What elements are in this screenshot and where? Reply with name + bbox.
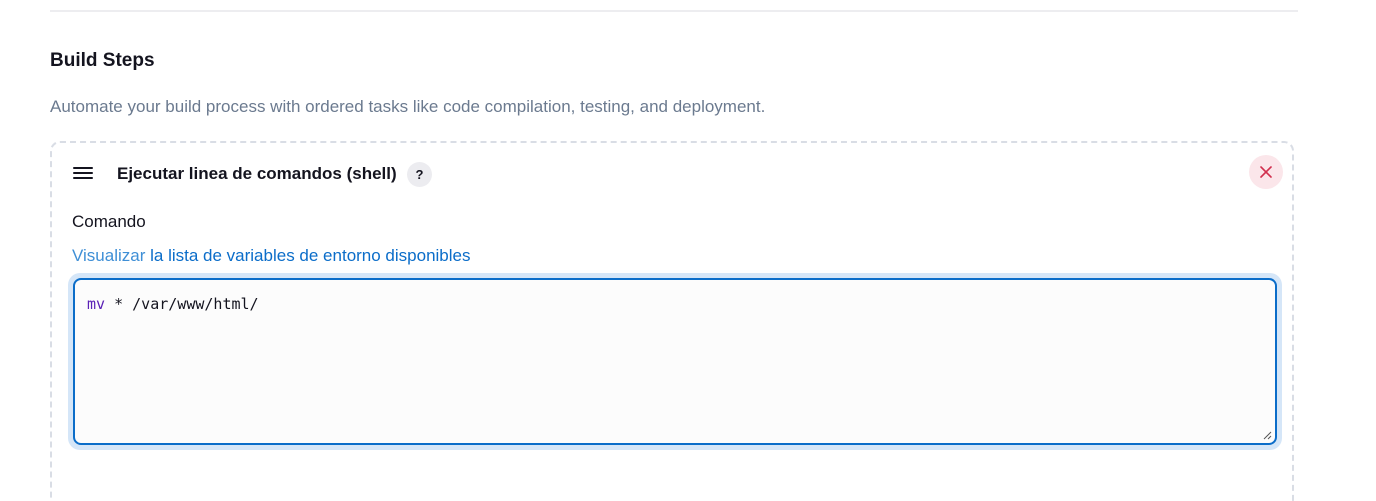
- env-variables-link[interactable]: la lista de variables de entorno disponi…: [150, 246, 470, 265]
- help-button[interactable]: ?: [407, 162, 432, 187]
- section-description: Automate your build process with ordered…: [50, 97, 766, 116]
- step-title: Ejecutar linea de comandos (shell): [117, 164, 397, 183]
- build-steps-page: Build Steps Automate your build process …: [0, 0, 1376, 501]
- command-keyword: mv: [87, 295, 106, 313]
- section-title: Build Steps: [50, 50, 155, 71]
- build-step-card: Ejecutar linea de comandos (shell) ? Com…: [50, 141, 1294, 501]
- remove-step-button[interactable]: [1249, 155, 1283, 189]
- env-prefix-text: Visualizar: [72, 246, 146, 265]
- command-field-label: Comando: [72, 212, 146, 231]
- drag-handle-icon[interactable]: [73, 167, 95, 183]
- env-variables-hint: Visualizar la lista de variables de ento…: [72, 245, 471, 267]
- resize-grip-icon[interactable]: [1262, 430, 1272, 440]
- command-arguments: * /var/www/html/: [105, 295, 259, 313]
- command-textarea[interactable]: mv * /var/www/html/: [73, 278, 1277, 445]
- command-textarea-focus-ring: mv * /var/www/html/: [68, 273, 1282, 450]
- close-icon: [1260, 166, 1272, 178]
- section-divider: [50, 10, 1298, 12]
- question-mark-icon: ?: [415, 167, 424, 182]
